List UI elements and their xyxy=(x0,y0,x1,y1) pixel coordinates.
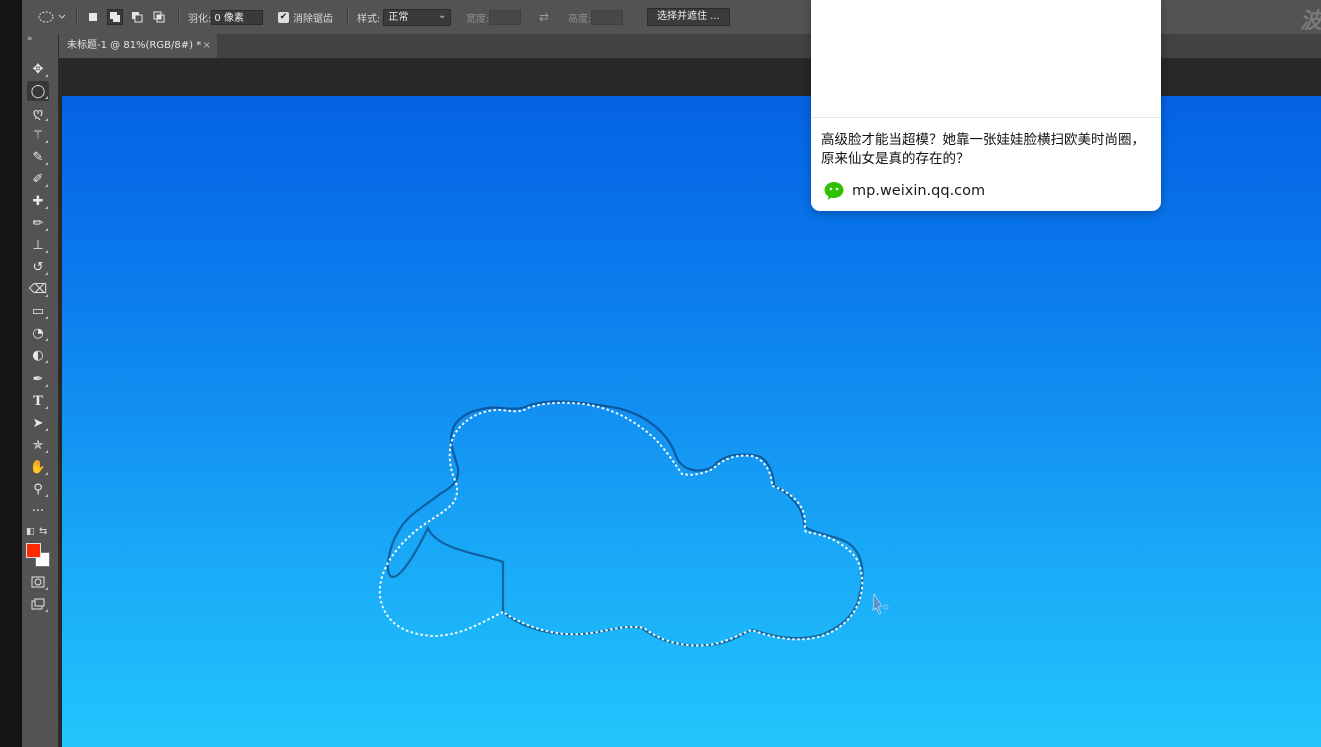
link-preview-source: mp.weixin.qq.com xyxy=(824,181,985,201)
height-input xyxy=(591,9,624,25)
new-selection-button[interactable] xyxy=(86,10,100,24)
toolbox: » ✥ ◯ ღ ⚚ ✎ ✐ ✚ ✏ ⊥ ↺ ⌫ ▭ ◔ ◐ ✒ T ➤ ✯ ✋ ⚲ ··· ◧ ⇆ xyxy=(22,34,59,747)
link-preview-title: 高级脸才能当超模？她靠一张娃娃脸横扫欧美时尚圈，原来仙女是真的存在的？ xyxy=(821,132,1145,167)
type-tool-button[interactable]: T xyxy=(27,391,49,411)
left-edge-strip xyxy=(0,0,23,747)
default-colors-icon[interactable]: ◧ xyxy=(26,527,35,537)
quick-mask-button[interactable] xyxy=(27,572,49,592)
edit-toolbar-icon: ··· xyxy=(31,503,45,519)
pen-tool-button[interactable]: ✒ xyxy=(27,369,49,389)
magic-wand-tool-button[interactable]: ⚚ xyxy=(27,125,49,145)
subtract-selection-icon xyxy=(132,12,143,23)
swap-dimensions-button[interactable]: ⇄ xyxy=(539,0,549,34)
selection-mode-group xyxy=(86,0,166,34)
eraser-tool-button[interactable]: ⌫ xyxy=(27,279,49,299)
workspace-corner-text: 波 xyxy=(1299,9,1321,34)
antialias-group[interactable]: ✔ 消除锯齿 xyxy=(278,0,333,34)
select-mask-group: 选择并遮住 ... xyxy=(647,0,730,34)
healing-brush-tool-icon: ✚ xyxy=(32,193,44,209)
move-tool-button[interactable]: ✥ xyxy=(27,59,49,79)
quick-mask-icon xyxy=(31,576,45,588)
feather-label: 羽化: xyxy=(188,13,212,25)
cursor-icon xyxy=(872,593,889,615)
wechat-icon xyxy=(824,182,844,200)
edit-toolbar-button[interactable]: ··· xyxy=(27,501,49,521)
separator xyxy=(76,8,78,26)
dodge-tool-icon: ◐ xyxy=(32,347,44,363)
blur-tool-button[interactable]: ◔ xyxy=(27,323,49,343)
style-select[interactable]: 正常 xyxy=(383,8,452,26)
eyedropper-tool-icon: ✐ xyxy=(32,171,44,187)
close-tab-icon[interactable]: × xyxy=(203,34,211,58)
swap-arrows-icon: ⇄ xyxy=(539,10,550,24)
custom-shape-tool-button[interactable]: ✯ xyxy=(27,435,49,455)
antialias-checkbox[interactable]: ✔ xyxy=(278,11,289,23)
custom-shape-tool-icon: ✯ xyxy=(32,437,44,453)
blur-tool-icon: ◔ xyxy=(32,325,44,341)
toolbox-collapse-icon[interactable]: » xyxy=(27,34,33,44)
zoom-tool-icon: ⚲ xyxy=(33,481,43,497)
gradient-tool-button[interactable]: ▭ xyxy=(27,301,49,321)
feather-group: 羽化: 0 像素 xyxy=(188,0,264,34)
intersect-selection-button[interactable] xyxy=(152,10,166,24)
elliptical-marquee-tool-button[interactable]: ◯ xyxy=(27,81,49,101)
dodge-tool-button[interactable]: ◐ xyxy=(27,345,49,365)
document-tab[interactable]: 未标题-1 @ 81%(RGB/8#) * × xyxy=(59,34,217,58)
quick-selection-tool-button[interactable]: ✎ xyxy=(27,147,49,167)
elliptical-marquee-tool-icon: ◯ xyxy=(30,83,46,99)
screen-mode-icon xyxy=(31,598,45,610)
gradient-tool-icon: ▭ xyxy=(31,303,45,319)
healing-brush-tool-button[interactable]: ✚ xyxy=(27,191,49,211)
separator xyxy=(178,8,180,26)
history-brush-tool-button[interactable]: ↺ xyxy=(27,257,49,277)
screen-mode-button[interactable] xyxy=(27,594,49,614)
height-group: 高度: xyxy=(568,0,624,34)
elliptical-marquee-icon xyxy=(38,11,66,23)
add-selection-icon xyxy=(110,12,120,22)
subtract-selection-button[interactable] xyxy=(130,10,144,24)
width-label: 宽度: xyxy=(466,13,490,25)
new-selection-icon xyxy=(89,13,97,21)
link-preview-domain: mp.weixin.qq.com xyxy=(852,183,986,199)
quick-selection-tool-icon: ✎ xyxy=(32,149,44,165)
eraser-tool-icon: ⌫ xyxy=(28,281,48,297)
document-tab-title: 未标题-1 @ 81%(RGB/8#) * xyxy=(67,40,202,51)
history-brush-tool-icon: ↺ xyxy=(32,259,44,275)
width-input xyxy=(489,9,522,25)
hand-tool-button[interactable]: ✋ xyxy=(27,457,49,477)
style-group: 样式: 正常 xyxy=(357,0,452,34)
type-tool-icon: T xyxy=(33,393,43,409)
link-preview-card[interactable]: 高级脸才能当超模？她靠一张娃娃脸横扫欧美时尚圈，原来仙女是真的存在的？ mp.w… xyxy=(811,0,1161,211)
add-to-selection-button[interactable] xyxy=(107,9,123,25)
lasso-tool-icon: ღ xyxy=(32,105,44,121)
pen-tool-icon: ✒ xyxy=(32,371,44,387)
magic-wand-tool-icon: ⚚ xyxy=(32,127,44,143)
path-selection-tool-button[interactable]: ➤ xyxy=(27,413,49,433)
separator xyxy=(347,8,349,26)
photoshop-window: 羽化: 0 像素 ✔ 消除锯齿 样式: 正常 宽度: ⇄ 高度: 选择并遮住 .… xyxy=(0,0,1321,747)
clone-stamp-tool-button[interactable]: ⊥ xyxy=(27,235,49,255)
height-label: 高度: xyxy=(568,13,592,25)
zoom-tool-button[interactable]: ⚲ xyxy=(27,479,49,499)
intersect-selection-icon xyxy=(153,11,165,23)
select-and-mask-button[interactable]: 选择并遮住 ... xyxy=(647,8,730,26)
path-selection-tool-icon: ➤ xyxy=(32,415,44,431)
clone-stamp-tool-icon: ⊥ xyxy=(32,237,44,253)
antialias-label: 消除锯齿 xyxy=(293,13,333,25)
eyedropper-tool-button[interactable]: ✐ xyxy=(27,169,49,189)
link-preview-image xyxy=(811,0,1161,118)
move-tool-icon: ✥ xyxy=(32,61,44,77)
swap-colors-icon[interactable]: ⇆ xyxy=(39,526,47,537)
feather-input[interactable]: 0 像素 xyxy=(211,9,264,25)
brush-tool-icon: ✏ xyxy=(32,215,44,231)
brush-tool-button[interactable]: ✏ xyxy=(27,213,49,233)
width-group: 宽度: xyxy=(466,0,522,34)
style-label: 样式: xyxy=(357,13,381,25)
lasso-tool-button[interactable]: ღ xyxy=(27,103,49,123)
foreground-color-swatch[interactable] xyxy=(26,543,41,558)
hand-tool-icon: ✋ xyxy=(29,459,47,475)
tool-preset-picker[interactable] xyxy=(36,0,66,34)
